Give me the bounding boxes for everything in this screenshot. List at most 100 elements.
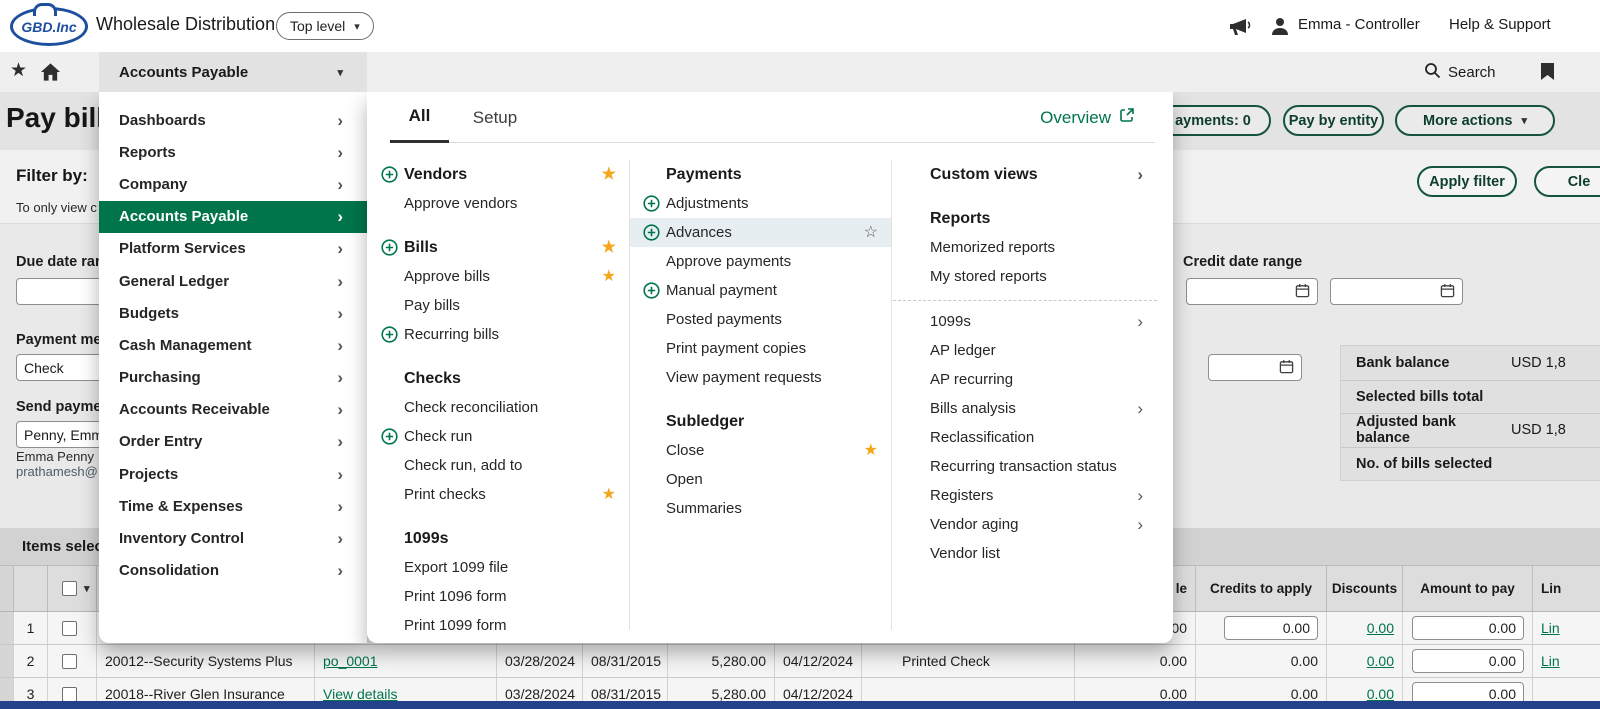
menu-item-print-1099-form[interactable]: Print 1099 form <box>367 611 629 640</box>
menu-item-1099s[interactable]: 1099s <box>367 524 629 553</box>
sidebar-item-budgets[interactable]: Budgets › <box>99 297 367 329</box>
as-of-date-input[interactable] <box>1208 354 1302 381</box>
sidebar-item-reports[interactable]: Reports › <box>99 136 367 168</box>
menu-item-custom-views[interactable]: Custom views › <box>910 160 1157 189</box>
menu-item-summaries[interactable]: Summaries <box>629 494 891 523</box>
menu-item-memorized-reports[interactable]: Memorized reports <box>910 233 1157 262</box>
menu-item-reclassification[interactable]: Reclassification <box>910 423 1157 452</box>
row-details-link[interactable]: View details <box>323 686 397 702</box>
add-new-icon[interactable] <box>643 224 660 241</box>
menu-item-vendor-list[interactable]: Vendor list <box>910 539 1157 568</box>
amount-to-pay-input[interactable]: 0.00 <box>1412 649 1524 673</box>
chevron-down-icon[interactable]: ▾ <box>84 582 90 595</box>
sidebar-item-general-ledger[interactable]: General Ledger › <box>99 265 367 297</box>
sidebar-item-accounts-receivable[interactable]: Accounts Receivable › <box>99 394 367 426</box>
more-actions-button[interactable]: More actions ▾ <box>1395 105 1555 136</box>
sidebar-item-order-entry[interactable]: Order Entry › <box>99 426 367 458</box>
add-new-icon[interactable] <box>381 239 398 256</box>
menu-item-1099s[interactable]: 1099s › <box>910 307 1157 336</box>
menu-item-approve-vendors[interactable]: Approve vendors <box>367 189 629 218</box>
line-details-link[interactable]: Lin <box>1541 620 1560 636</box>
tab-setup[interactable]: Setup <box>467 92 523 143</box>
payment-method-select[interactable]: Check <box>16 354 112 381</box>
favorite-star-icon[interactable]: ★ <box>602 266 616 288</box>
due-date-from-input[interactable] <box>16 278 112 305</box>
add-new-icon[interactable] <box>643 282 660 299</box>
pay-by-entity-button[interactable]: Pay by entity <box>1283 105 1384 136</box>
calendar-icon[interactable] <box>1295 283 1310 301</box>
menu-item-close[interactable]: Close ★ <box>629 436 891 465</box>
row-checkbox[interactable] <box>62 686 77 702</box>
favorite-star-icon[interactable]: ★ <box>602 484 616 506</box>
menu-item-payments[interactable]: Payments <box>629 160 891 189</box>
sidebar-item-platform-services[interactable]: Platform Services › <box>99 233 367 265</box>
clear-filter-button[interactable]: Cle <box>1534 166 1600 197</box>
discounts-link[interactable]: 0.00 <box>1367 620 1394 636</box>
help-support-link[interactable]: Help & Support <box>1449 16 1551 33</box>
announcements-icon[interactable] <box>1228 16 1252 41</box>
menu-item-approve-payments[interactable]: Approve payments <box>629 247 891 276</box>
row-checkbox[interactable] <box>62 620 77 636</box>
menu-item-adjustments[interactable]: Adjustments <box>629 189 891 218</box>
sidebar-item-time-expenses[interactable]: Time & Expenses › <box>99 490 367 522</box>
sidebar-item-projects[interactable]: Projects › <box>99 458 367 490</box>
sidebar-item-dashboards[interactable]: Dashboards › <box>99 104 367 136</box>
calendar-icon[interactable] <box>1440 283 1455 301</box>
sidebar-item-company[interactable]: Company › <box>99 168 367 200</box>
calendar-icon[interactable] <box>1279 359 1294 377</box>
favorite-star-outline-icon[interactable]: ☆ <box>864 222 878 244</box>
row-checkbox[interactable] <box>62 653 77 669</box>
menu-item-check-run[interactable]: Check run <box>367 422 629 451</box>
add-new-icon[interactable] <box>643 195 660 212</box>
menu-item-bills-analysis[interactable]: Bills analysis › <box>910 394 1157 423</box>
sidebar-item-inventory-control[interactable]: Inventory Control › <box>99 522 367 554</box>
credit-date-from-input[interactable] <box>1186 278 1318 305</box>
overview-link[interactable]: Overview <box>1040 92 1135 143</box>
menu-item-my-stored-reports[interactable]: My stored reports <box>910 262 1157 291</box>
menu-item-bills[interactable]: Bills ★ <box>367 233 629 262</box>
menu-item-export-1099-file[interactable]: Export 1099 file <box>367 553 629 582</box>
menu-item-subledger[interactable]: Subledger <box>629 407 891 436</box>
menu-item-advances[interactable]: Advances ☆ <box>629 218 891 247</box>
menu-item-vendor-aging[interactable]: Vendor aging › <box>910 510 1157 539</box>
bookmark-icon[interactable] <box>1540 62 1555 86</box>
apply-filter-button[interactable]: Apply filter <box>1417 166 1517 197</box>
favorite-star-icon[interactable]: ★ <box>602 237 616 259</box>
company-logo[interactable]: GBD.Inc <box>10 3 88 46</box>
favorites-star-icon[interactable]: ★ <box>10 59 27 82</box>
tab-all[interactable]: All <box>390 92 449 143</box>
menu-item-recurring-transaction-status[interactable]: Recurring transaction status <box>910 452 1157 481</box>
menu-item-check-reconciliation[interactable]: Check reconciliation <box>367 393 629 422</box>
credit-date-to-input[interactable] <box>1330 278 1463 305</box>
bottom-scrollbar[interactable] <box>0 701 1600 709</box>
add-new-icon[interactable] <box>381 326 398 343</box>
header-amount-to-pay[interactable]: Amount to pay <box>1403 566 1533 611</box>
menu-item-pay-bills[interactable]: Pay bills <box>367 291 629 320</box>
menu-item-open[interactable]: Open <box>629 465 891 494</box>
row-details-link[interactable]: po_0001 <box>323 653 378 669</box>
menu-item-print-payment-copies[interactable]: Print payment copies <box>629 334 891 363</box>
search-button[interactable]: Search <box>1424 52 1496 92</box>
menu-item-check-run-add-to[interactable]: Check run, add to <box>367 451 629 480</box>
send-payments-from-select[interactable]: Penny, Emm <box>16 421 112 448</box>
user-icon[interactable] <box>1270 16 1290 41</box>
line-details-link[interactable]: Lin <box>1541 653 1560 669</box>
menu-item-view-payment-requests[interactable]: View payment requests <box>629 363 891 392</box>
sidebar-item-consolidation[interactable]: Consolidation › <box>99 555 367 587</box>
home-icon[interactable] <box>40 62 61 87</box>
entity-selector[interactable]: Top level ▾ <box>276 12 374 40</box>
sidebar-item-purchasing[interactable]: Purchasing › <box>99 362 367 394</box>
menu-item-reports[interactable]: Reports <box>910 204 1157 233</box>
menu-item-print-checks[interactable]: Print checks ★ <box>367 480 629 509</box>
menu-item-posted-payments[interactable]: Posted payments <box>629 305 891 334</box>
sidebar-item-cash-management[interactable]: Cash Management › <box>99 329 367 361</box>
header-credits-to-apply[interactable]: Credits to apply <box>1196 566 1327 611</box>
add-new-icon[interactable] <box>381 166 398 183</box>
user-name[interactable]: Emma - Controller <box>1298 16 1420 33</box>
sidebar-item-accounts-payable[interactable]: Accounts Payable › <box>99 200 367 233</box>
amount-to-pay-input[interactable]: 0.00 <box>1412 616 1524 640</box>
add-new-icon[interactable] <box>381 428 398 445</box>
menu-item-vendors[interactable]: Vendors ★ <box>367 160 629 189</box>
credits-to-apply-input[interactable]: 0.00 <box>1224 616 1318 640</box>
favorite-star-icon[interactable]: ★ <box>864 440 878 462</box>
